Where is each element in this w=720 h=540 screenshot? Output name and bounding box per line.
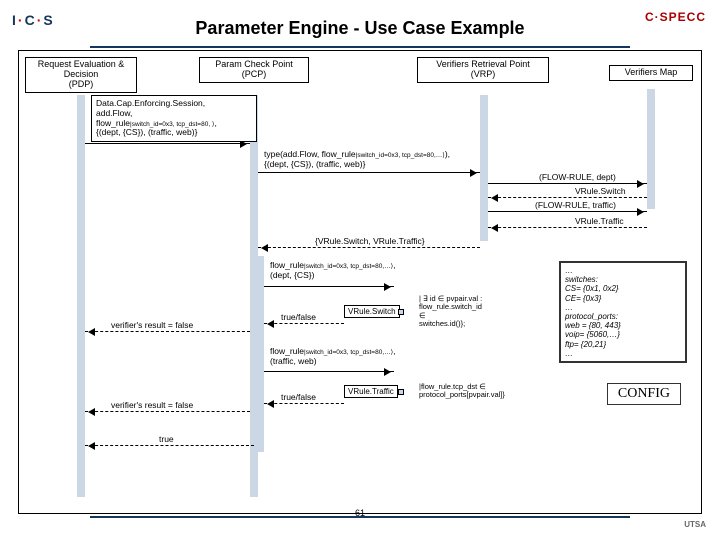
activation-pcp-inner xyxy=(256,256,264,452)
cs-l4: switches.id()}; xyxy=(419,319,465,328)
cfg-l7: voip= {5060,…} xyxy=(565,330,681,339)
r1: (FLOW-RULE, dept) xyxy=(539,173,616,183)
lifeline-head-pcp: Param Check Point(PCP) xyxy=(199,57,309,83)
lifeline-vmap xyxy=(647,89,655,209)
cs-l2: flow_rule.switch_id xyxy=(419,302,482,311)
r4: VRule.Traffic xyxy=(575,217,624,227)
fr2: flow_rule|switch_id=0x3, tcp_dst=80,…⟩, … xyxy=(270,347,396,367)
msg1-l4: {(dept, {CS}), (traffic, web)} xyxy=(96,128,252,138)
cond-switch: | ∃ id ∈ pvpair.val : flow_rule.switch_i… xyxy=(419,295,531,328)
head-pcp-text: Param Check Point(PCP) xyxy=(215,59,293,79)
cfg-l5: protocol_ports: xyxy=(565,312,681,321)
arrow-switch-return xyxy=(264,323,344,324)
verres1: verifier's result = false xyxy=(111,321,193,331)
arrow-pcp-to-switchbox xyxy=(264,286,394,287)
cond-traffic: |flow_rule.tcp_dst ∈protocol_ports[pvpai… xyxy=(419,383,549,400)
arrow-verres-1 xyxy=(85,331,250,332)
arrow-vrp-to-vmap-2 xyxy=(488,211,647,212)
cfg-l0: … xyxy=(565,266,681,275)
lifeline-vrp xyxy=(480,95,488,241)
true-label: true xyxy=(159,435,174,445)
arrow-vrp-to-pcp xyxy=(258,247,480,248)
lifeline-dot-switch xyxy=(398,309,404,315)
cfg-l2: CS= {0x1, 0x2} xyxy=(565,284,681,293)
cfg-l9: … xyxy=(565,349,681,358)
r5: {VRule.Switch, VRule.Traffic} xyxy=(315,237,425,247)
r3: (FLOW-RULE, traffic) xyxy=(535,201,616,211)
header-rule xyxy=(90,46,630,48)
cfg-l3: CE= {0x3} xyxy=(565,294,681,303)
config-box: … switches: CS= {0x1, 0x2} CE= {0x3} … p… xyxy=(559,261,687,363)
fr2-b: (traffic, web) xyxy=(270,357,396,367)
r2: VRule.Switch xyxy=(575,187,626,197)
box-vrule-traffic: VRule.Traffic xyxy=(344,385,398,398)
arrow-true xyxy=(85,445,254,446)
cfg-l1: switches: xyxy=(565,275,681,284)
sequence-diagram: Request Evaluation &Decision(PDP) Param … xyxy=(18,50,702,514)
cfg-l8: ftp= {20,21} xyxy=(565,340,681,349)
logo-right: C·SPECC xyxy=(645,10,706,24)
config-label: CONFIG xyxy=(607,383,681,405)
lifeline-pdp xyxy=(77,95,85,497)
arrow-pdp-to-pcp xyxy=(85,143,250,144)
fr1-b: (dept, {CS}) xyxy=(270,271,396,281)
lifeline-head-vmap: Verifiers Map xyxy=(609,65,693,81)
head-vrp-text: Verifiers Retrieval Point(VRP) xyxy=(436,59,530,79)
slide-title: Parameter Engine - Use Case Example xyxy=(0,18,720,39)
head-pdp-text: Request Evaluation &Decision(PDP) xyxy=(38,59,125,89)
verres2: verifier's result = false xyxy=(111,401,193,411)
arrow-vrp-to-vmap-1 xyxy=(488,183,647,184)
footer-rule xyxy=(90,516,630,518)
lifeline-head-pdp: Request Evaluation &Decision(PDP) xyxy=(25,57,137,93)
tf2: true/false xyxy=(281,393,316,403)
cfg-l6: web = {80, 443} xyxy=(565,321,681,330)
lifeline-dot-traffic xyxy=(398,389,404,395)
msg2-label: type(add.Flow, flow_rule|switch_id=0x3, … xyxy=(264,150,450,170)
lifeline-head-vrp: Verifiers Retrieval Point(VRP) xyxy=(417,57,549,83)
arrow-vmap-to-vrp-2 xyxy=(488,227,647,228)
footer: UTSA xyxy=(0,516,720,536)
arrow-pcp-to-vrp xyxy=(258,172,480,173)
arrow-traffic-return xyxy=(264,403,344,404)
msg1-label: Data.Cap.Enforcing.Session, add.Flow, fl… xyxy=(91,95,257,142)
msg2-line2: {(dept, {CS}), (traffic, web)} xyxy=(264,160,450,170)
footer-right: UTSA xyxy=(684,520,706,529)
arrow-vmap-to-vrp-1 xyxy=(488,197,647,198)
box-vrule-switch: VRule.Switch xyxy=(344,305,400,318)
cfg-l4: … xyxy=(565,303,681,312)
tf1: true/false xyxy=(281,313,316,323)
arrow-verres-2 xyxy=(85,411,250,412)
fr1: flow_rule|switch_id=0x3, tcp_dst=80,…⟩, … xyxy=(270,261,396,281)
arrow-pcp-to-trafficbox xyxy=(264,371,394,372)
head-vmap-text: Verifiers Map xyxy=(625,67,678,77)
